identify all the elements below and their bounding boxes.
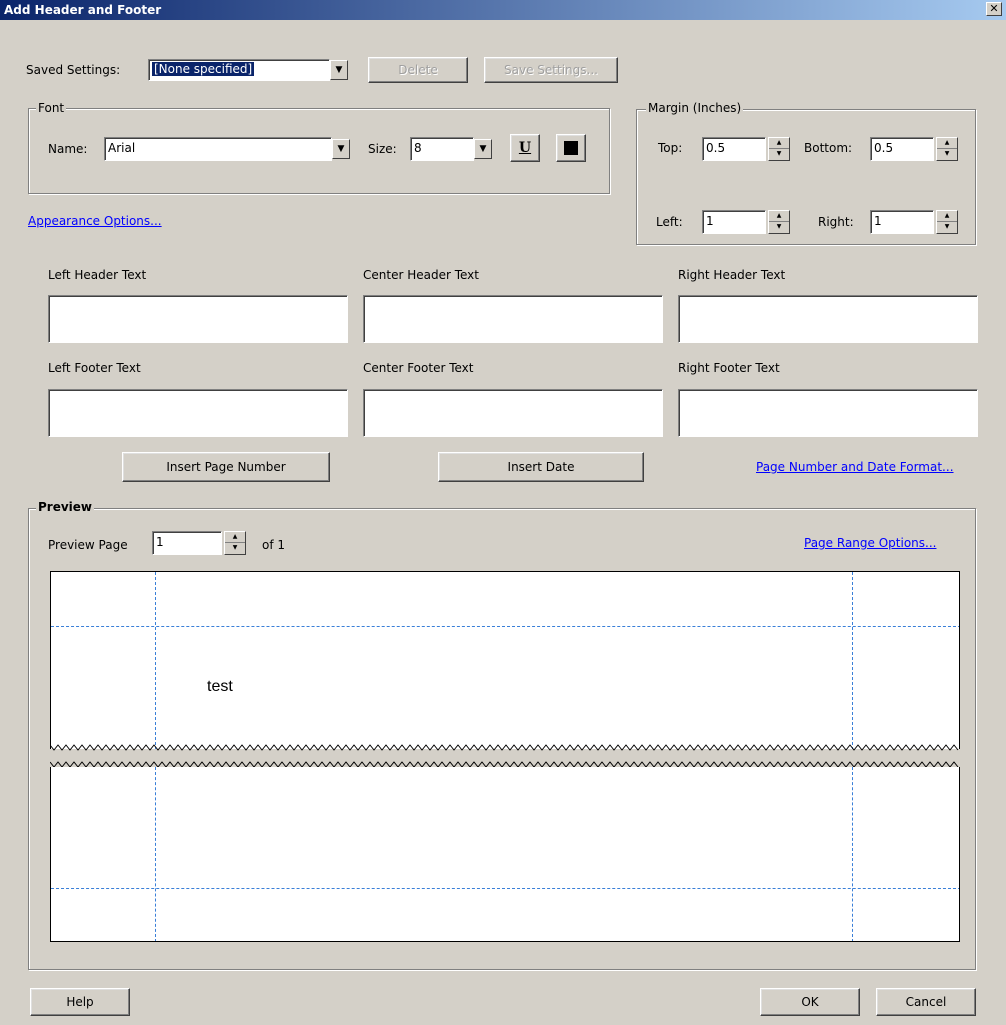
spin-down-icon[interactable]: ▼: [769, 222, 789, 233]
spin-down-icon[interactable]: ▼: [225, 543, 245, 554]
font-name-label: Name:: [48, 142, 88, 156]
right-footer-label: Right Footer Text: [678, 361, 780, 375]
preview-group-title: Preview: [36, 500, 95, 514]
center-footer-label: Center Footer Text: [363, 361, 474, 375]
center-footer-input[interactable]: [363, 389, 663, 437]
spin-up-icon[interactable]: ▲: [937, 138, 957, 149]
left-margin-guide: [155, 767, 156, 941]
saved-settings-select[interactable]: [None specified]: [148, 59, 330, 81]
help-button-label: Help: [66, 995, 94, 1009]
margin-top-input[interactable]: 0.5: [702, 137, 766, 161]
page-number-date-format-link[interactable]: Page Number and Date Format...: [756, 460, 954, 474]
chevron-down-icon[interactable]: ▼: [332, 139, 350, 159]
bottom-margin-guide: [51, 888, 959, 889]
spin-down-icon[interactable]: ▼: [769, 149, 789, 160]
preview-page-value: 1: [156, 535, 164, 549]
center-header-label: Center Header Text: [363, 268, 479, 282]
left-header-input[interactable]: [48, 295, 348, 343]
font-group-title: Font: [36, 101, 67, 115]
spin-up-icon[interactable]: ▲: [769, 211, 789, 222]
left-header-label: Left Header Text: [48, 268, 147, 282]
spin-down-icon[interactable]: ▼: [937, 149, 957, 160]
right-header-input[interactable]: [678, 295, 978, 343]
appearance-options-link[interactable]: Appearance Options...: [28, 214, 162, 228]
close-icon[interactable]: ✕: [986, 2, 1002, 16]
chevron-down-icon[interactable]: ▼: [474, 139, 492, 159]
ok-button-label: OK: [801, 995, 819, 1009]
preview-page-label: Preview Page: [48, 538, 128, 552]
font-size-label: Size:: [368, 142, 397, 156]
spin-down-icon[interactable]: ▼: [937, 222, 957, 233]
margin-bottom-input[interactable]: 0.5: [870, 137, 934, 161]
top-margin-guide: [51, 626, 959, 627]
margin-left-value: 1: [706, 214, 714, 228]
preview-page-top: test: [50, 571, 960, 749]
ok-button[interactable]: OK: [760, 988, 860, 1016]
title-bar: Add Header and Footer: [0, 0, 1006, 20]
right-margin-guide: [852, 572, 853, 749]
font-name-select[interactable]: Arial: [104, 137, 332, 161]
spin-up-icon[interactable]: ▲: [225, 532, 245, 543]
margin-right-input[interactable]: 1: [870, 210, 934, 234]
preview-sample-text: test: [207, 678, 233, 695]
right-margin-guide: [852, 767, 853, 941]
left-footer-label: Left Footer Text: [48, 361, 141, 375]
window-title: Add Header and Footer: [4, 3, 162, 17]
preview-page-input[interactable]: 1: [152, 531, 222, 555]
margin-top-label: Top:: [658, 141, 683, 155]
margin-bottom-label: Bottom:: [804, 141, 853, 155]
left-footer-input[interactable]: [48, 389, 348, 437]
margin-right-label: Right:: [818, 215, 854, 229]
insert-date-button[interactable]: Insert Date: [438, 452, 644, 482]
underline-button[interactable]: U: [510, 134, 540, 162]
margin-bottom-value: 0.5: [874, 141, 894, 155]
center-header-input[interactable]: [363, 295, 663, 343]
spin-up-icon[interactable]: ▲: [937, 211, 957, 222]
page-range-options-link[interactable]: Page Range Options...: [804, 536, 936, 550]
cancel-button-label: Cancel: [905, 995, 947, 1009]
saved-settings-value: [None specified]: [150, 61, 256, 77]
preview-page-bottom: [50, 767, 960, 942]
margin-group-title: Margin (Inches): [646, 101, 744, 115]
help-button[interactable]: Help: [30, 988, 130, 1016]
cancel-button[interactable]: Cancel: [876, 988, 976, 1016]
margin-top-spinner[interactable]: ▲ ▼: [768, 137, 790, 161]
saved-settings-label: Saved Settings:: [26, 63, 121, 77]
margin-left-input[interactable]: 1: [702, 210, 766, 234]
margin-right-spinner[interactable]: ▲ ▼: [936, 210, 958, 234]
font-name-value: Arial: [108, 141, 136, 155]
left-margin-guide: [155, 572, 156, 749]
margin-bottom-spinner[interactable]: ▲ ▼: [936, 137, 958, 161]
insert-page-number-button[interactable]: Insert Page Number: [122, 452, 330, 482]
page-count-label: of 1: [262, 538, 286, 552]
color-swatch-icon: [564, 141, 578, 155]
preview-page-spinner[interactable]: ▲ ▼: [224, 531, 246, 555]
right-footer-input[interactable]: [678, 389, 978, 437]
spin-up-icon[interactable]: ▲: [769, 138, 789, 149]
delete-button[interactable]: Delete: [368, 57, 468, 83]
margin-left-spinner[interactable]: ▲ ▼: [768, 210, 790, 234]
save-settings-button[interactable]: Save Settings...: [484, 57, 618, 83]
chevron-down-icon[interactable]: ▼: [330, 60, 348, 80]
underline-icon: U: [518, 140, 532, 156]
font-size-select[interactable]: 8: [410, 137, 474, 161]
right-header-label: Right Header Text: [678, 268, 786, 282]
page-break-top-edge: [50, 744, 959, 751]
font-color-button[interactable]: [556, 134, 586, 162]
font-size-value: 8: [414, 141, 422, 155]
margin-right-value: 1: [874, 214, 882, 228]
margin-left-label: Left:: [656, 215, 683, 229]
margin-top-value: 0.5: [706, 141, 726, 155]
